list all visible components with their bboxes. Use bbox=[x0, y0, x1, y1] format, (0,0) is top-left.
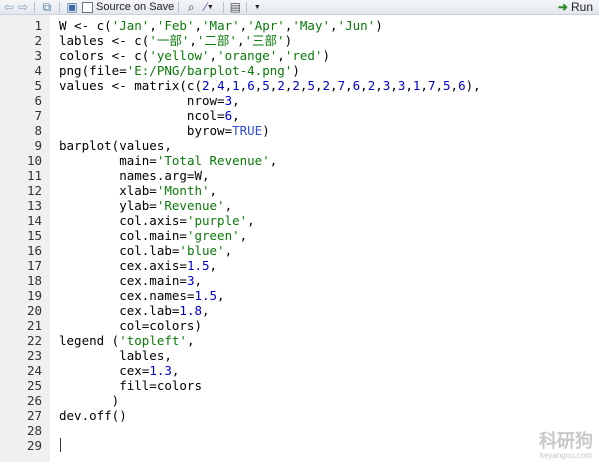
text-cursor bbox=[60, 438, 61, 452]
save-button[interactable]: ▣ bbox=[64, 0, 80, 14]
run-button[interactable]: ➜ Run bbox=[558, 0, 593, 14]
code-line-7: ncol=6, bbox=[59, 108, 240, 123]
code-line-11: names.arg=W, bbox=[59, 168, 210, 183]
code-line-23: lables, bbox=[59, 348, 172, 363]
line-number: 10 bbox=[26, 153, 42, 168]
line-number: 1 bbox=[34, 18, 42, 33]
line-number: 18 bbox=[26, 273, 42, 288]
code-line-2: lables <- c('一部','二部','三部') bbox=[59, 33, 293, 48]
code-line-6: nrow=3, bbox=[59, 93, 240, 108]
watermark-text: 科研狗 bbox=[539, 431, 593, 451]
code-line-10: main='Total Revenue', bbox=[59, 153, 278, 168]
code-line-22: legend ('topleft', bbox=[59, 333, 195, 348]
toolbar-divider bbox=[59, 1, 60, 13]
code-line-20: cex.lab=1.8, bbox=[59, 303, 210, 318]
code-line-16: col.lab='blue', bbox=[59, 243, 233, 258]
editor-toolbar: ⇦ ⇨ ⧉ ▣ Source on Save ⌕ ⁄ ▼ ▤ ▼ ➜ Run bbox=[0, 0, 599, 15]
code-line-5: values <- matrix(c(2,4,1,6,5,2,2,5,2,7,6… bbox=[59, 78, 481, 93]
code-line-15: col.main='green', bbox=[59, 228, 248, 243]
line-number: 15 bbox=[26, 228, 42, 243]
line-number: 26 bbox=[26, 393, 42, 408]
code-line-18: cex.main=3, bbox=[59, 273, 202, 288]
watermark-url: keyangou.com bbox=[539, 451, 593, 460]
line-number: 24 bbox=[26, 363, 42, 378]
line-number: 23 bbox=[26, 348, 42, 363]
arrow-right-icon: ⇨ bbox=[17, 0, 29, 14]
line-number: 20 bbox=[26, 303, 42, 318]
line-number: 19 bbox=[26, 288, 42, 303]
line-number: 25 bbox=[26, 378, 42, 393]
code-editor[interactable]: 1 2 3 4 5 6 7 8 9 10 11 12 13 14 15 16 1… bbox=[0, 15, 599, 462]
forward-button[interactable]: ⇨ bbox=[16, 0, 30, 14]
line-number: 17 bbox=[26, 258, 42, 273]
watermark: 科研狗 keyangou.com bbox=[539, 427, 593, 460]
find-button[interactable]: ⌕ bbox=[183, 0, 199, 14]
run-arrow-icon: ➜ bbox=[557, 0, 568, 14]
line-number: 21 bbox=[26, 318, 42, 333]
line-number: 9 bbox=[34, 138, 42, 153]
back-button[interactable]: ⇦ bbox=[2, 0, 16, 14]
line-number: 16 bbox=[26, 243, 42, 258]
code-tools-button[interactable]: ⁄ ▼ bbox=[199, 0, 219, 14]
code-line-9: barplot(values, bbox=[59, 138, 172, 153]
notebook-icon: ▤ bbox=[229, 0, 241, 14]
source-on-save-toggle[interactable]: Source on Save bbox=[82, 0, 174, 14]
code-line-13: ylab='Revenue', bbox=[59, 198, 233, 213]
line-number: 2 bbox=[34, 33, 42, 48]
source-on-save-label: Source on Save bbox=[96, 1, 175, 13]
code-line-12: xlab='Month', bbox=[59, 183, 218, 198]
show-in-window-button[interactable]: ⧉ bbox=[39, 0, 55, 14]
line-number: 8 bbox=[34, 123, 42, 138]
line-number: 5 bbox=[34, 78, 42, 93]
code-line-1: W <- c('Jan','Feb','Mar','Apr','May','Ju… bbox=[59, 18, 383, 33]
toolbar-divider bbox=[178, 1, 180, 13]
line-number: 6 bbox=[34, 93, 42, 108]
code-line-14: col.axis='purple', bbox=[59, 213, 255, 228]
code-line-26: ) bbox=[59, 393, 120, 408]
code-line-19: cex.names=1.5, bbox=[59, 288, 225, 303]
code-line-27: dev.off() bbox=[59, 408, 127, 423]
toolbar-divider bbox=[34, 1, 35, 13]
code-line-17: cex.axis=1.5, bbox=[59, 258, 218, 273]
code-line-25: fill=colors bbox=[59, 378, 202, 393]
line-number: 12 bbox=[26, 183, 42, 198]
line-number: 3 bbox=[34, 48, 42, 63]
source-on-save-checkbox[interactable] bbox=[82, 1, 93, 13]
more-menu-button[interactable]: ▼ bbox=[251, 0, 263, 14]
line-number: 14 bbox=[26, 213, 42, 228]
line-number: 4 bbox=[34, 63, 42, 78]
code-line-3: colors <- c('yellow','orange','red') bbox=[59, 48, 330, 63]
floppy-disk-icon: ▣ bbox=[66, 0, 78, 14]
toolbar-divider bbox=[246, 1, 248, 13]
arrow-left-icon: ⇦ bbox=[3, 0, 15, 14]
line-number: 27 bbox=[26, 408, 42, 423]
line-number: 7 bbox=[34, 108, 42, 123]
run-label: Run bbox=[570, 0, 593, 14]
code-line-21: col=colors) bbox=[59, 318, 202, 333]
code-line-8: byrow=TRUE) bbox=[59, 123, 270, 138]
line-number: 13 bbox=[26, 198, 42, 213]
line-number: 28 bbox=[26, 423, 42, 438]
popout-icon: ⧉ bbox=[42, 0, 52, 14]
chevron-down-icon: ▼ bbox=[253, 3, 261, 11]
line-number: 29 bbox=[26, 438, 42, 453]
code-line-4: png(file='E:/PNG/barplot-4.png') bbox=[59, 63, 300, 78]
code-line-24: cex=1.3, bbox=[59, 363, 180, 378]
magnifier-icon: ⌕ bbox=[187, 0, 195, 14]
toolbar-divider bbox=[223, 1, 225, 13]
compile-report-button[interactable]: ▤ bbox=[228, 0, 242, 14]
line-number: 22 bbox=[26, 333, 42, 348]
line-number: 11 bbox=[26, 168, 42, 183]
